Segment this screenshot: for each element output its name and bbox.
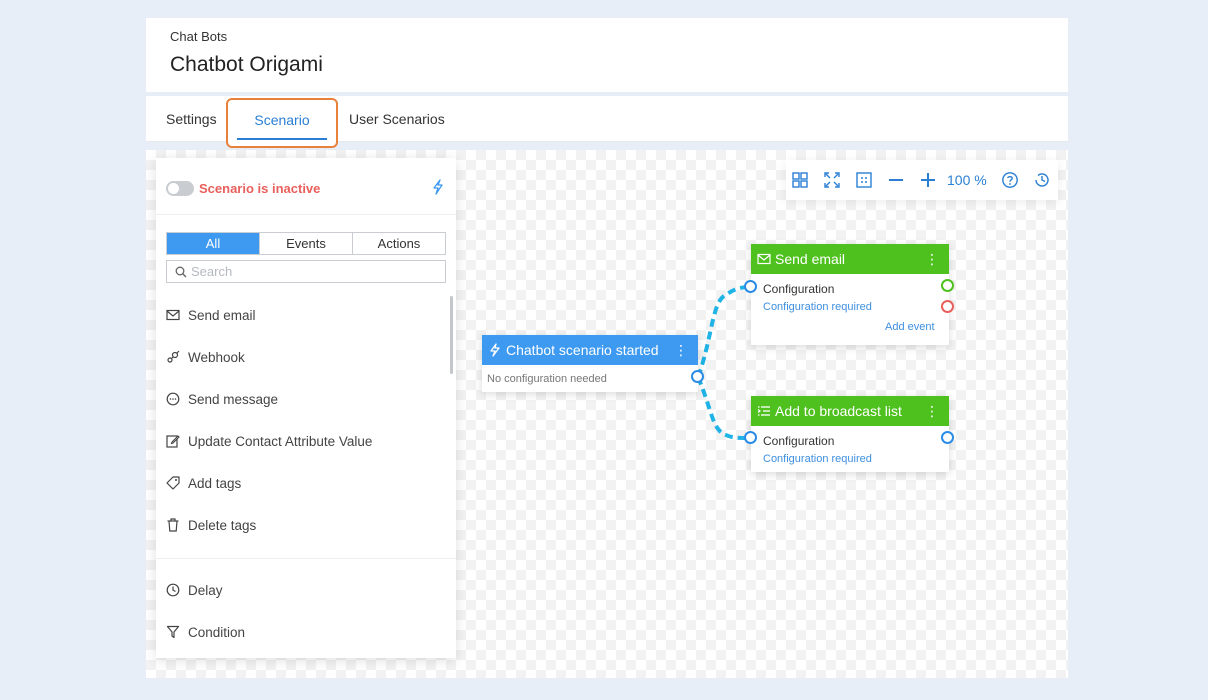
input-port[interactable] [744, 431, 757, 444]
more-vertical-icon[interactable]: ⋮ [925, 244, 939, 274]
node-subtitle: No configuration needed [487, 373, 607, 385]
add-event-link[interactable]: Add event [885, 321, 935, 333]
list-icon [757, 406, 770, 416]
success-port[interactable] [941, 279, 954, 292]
webhook-icon [167, 350, 180, 363]
more-vertical-icon[interactable]: ⋮ [674, 335, 688, 365]
node-config-required[interactable]: Configuration required [763, 453, 872, 465]
tab-scenario[interactable]: Scenario [226, 98, 338, 148]
error-port[interactable] [941, 300, 954, 313]
element-label: Update Contact Attribute Value [188, 434, 373, 449]
node-header[interactable]: Send email ⋮ [751, 244, 949, 274]
elements-panel: Scenario is inactive All Events Actions … [156, 158, 456, 658]
page-header: Chat Bots Chatbot Origami [146, 18, 1068, 92]
element-condition[interactable]: Condition [166, 623, 426, 643]
filter-all[interactable]: All [167, 233, 260, 254]
trash-icon [167, 518, 179, 532]
zoom-out-icon[interactable] [887, 171, 905, 189]
tab-bar: Settings Scenario User Scenarios [146, 96, 1068, 148]
element-label: Add tags [188, 476, 242, 491]
node-config-required[interactable]: Configuration required [763, 301, 872, 313]
history-icon[interactable] [1033, 171, 1051, 189]
element-add-tags[interactable]: Add tags [166, 474, 426, 494]
help-icon[interactable] [1001, 171, 1019, 189]
element-label: Send message [188, 392, 279, 407]
zoom-level: 100 % [947, 172, 987, 188]
scrollbar[interactable] [450, 296, 453, 374]
breadcrumb[interactable]: Chat Bots [170, 29, 227, 44]
element-label: Delay [188, 583, 223, 598]
tab-settings[interactable]: Settings [166, 96, 217, 142]
node-chatbot-scenario-started[interactable]: Chatbot scenario started ⋮ No configurat… [482, 335, 704, 392]
element-send-message[interactable]: Send message [166, 390, 426, 410]
scenario-toggle[interactable] [166, 181, 194, 196]
node-header[interactable]: Chatbot scenario started ⋮ [482, 335, 698, 365]
edit-icon [166, 435, 180, 448]
node-title: Add to broadcast list [775, 403, 902, 419]
element-label: Condition [188, 625, 246, 640]
search-box [166, 260, 446, 283]
zoom-in-icon[interactable] [919, 171, 937, 189]
element-update-contact-attribute[interactable]: Update Contact Attribute Value [166, 432, 426, 452]
node-config-label: Configuration [763, 282, 835, 296]
output-port[interactable] [941, 431, 954, 444]
divider [156, 214, 456, 215]
element-delay[interactable]: Delay [166, 581, 426, 601]
clock-icon [166, 583, 180, 597]
select-area-icon[interactable] [855, 171, 873, 189]
search-input[interactable] [191, 263, 431, 280]
filter-segmented-control: All Events Actions [166, 232, 446, 255]
mail-icon [166, 309, 180, 321]
mail-icon [757, 253, 771, 265]
message-icon [166, 392, 180, 406]
filter-icon [166, 625, 180, 639]
node-add-to-broadcast-list[interactable]: Add to broadcast list ⋮ Configuration Co… [744, 396, 954, 472]
node-title: Send email [775, 251, 846, 267]
search-icon [175, 266, 187, 278]
element-send-email[interactable]: Send email [166, 306, 426, 326]
tab-user-scenarios[interactable]: User Scenarios [349, 96, 445, 142]
element-label: Webhook [188, 350, 245, 365]
grid-icon[interactable] [791, 171, 809, 189]
element-label: Send email [188, 308, 256, 323]
more-vertical-icon[interactable]: ⋮ [925, 396, 939, 426]
page-title: Chatbot Origami [170, 53, 323, 76]
filter-actions[interactable]: Actions [353, 233, 445, 254]
node-header[interactable]: Add to broadcast list ⋮ [751, 396, 949, 426]
node-title: Chatbot scenario started [506, 342, 659, 358]
lightning-icon[interactable] [431, 179, 445, 195]
filter-events[interactable]: Events [260, 233, 353, 254]
element-delete-tags[interactable]: Delete tags [166, 516, 426, 536]
canvas-toolbar: 100 % [786, 160, 1058, 200]
fit-screen-icon[interactable] [823, 171, 841, 189]
node-send-email[interactable]: Send email ⋮ Configuration Configuration… [744, 244, 954, 345]
element-webhook[interactable]: Webhook [166, 348, 426, 368]
element-label: Delete tags [188, 518, 257, 533]
node-config-label: Configuration [763, 434, 835, 448]
scenario-status: Scenario is inactive [199, 181, 321, 196]
tag-icon [166, 476, 180, 490]
input-port[interactable] [744, 280, 757, 293]
divider [156, 558, 456, 559]
lightning-icon [490, 343, 500, 357]
output-port[interactable] [691, 370, 704, 383]
